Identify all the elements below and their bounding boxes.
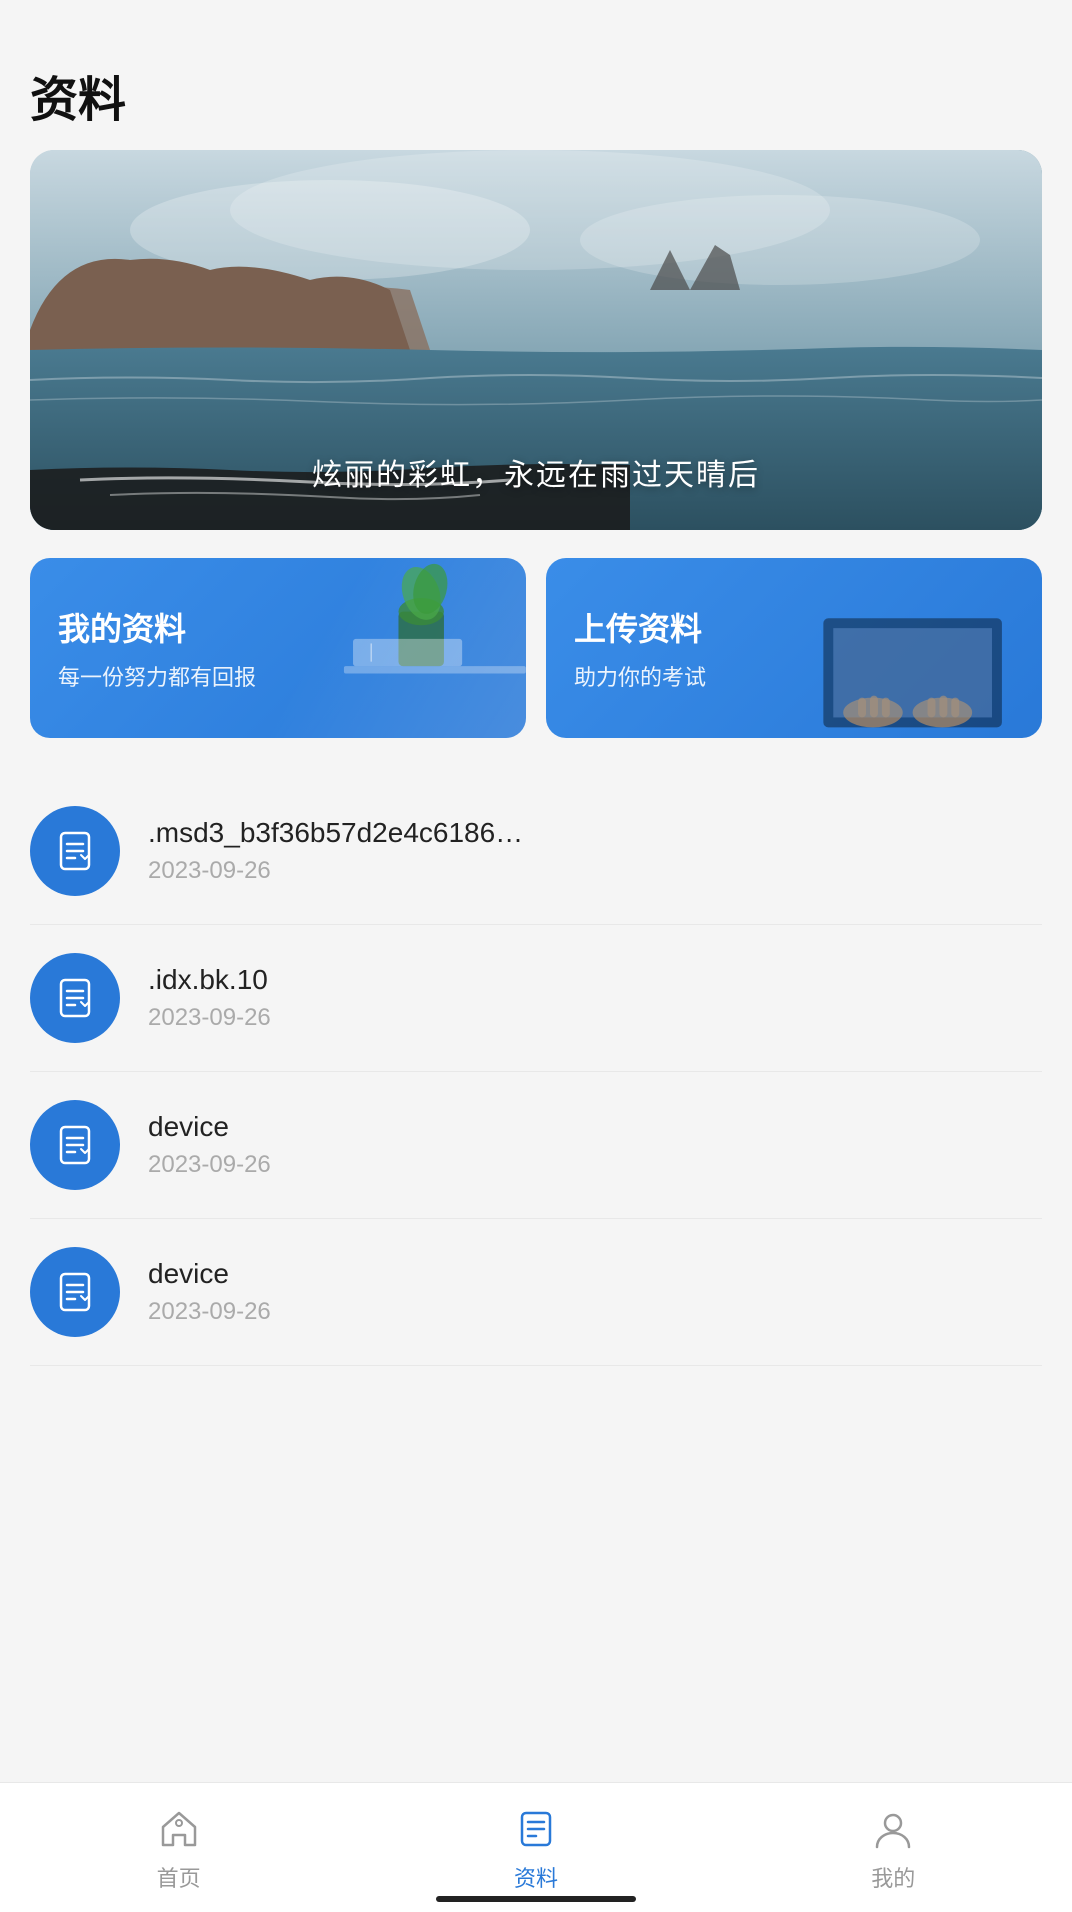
nav-item-home[interactable]: 首页 xyxy=(113,1803,245,1893)
nav-item-materials[interactable]: 资料 xyxy=(470,1803,602,1893)
file-info-3: device 2023-09-26 xyxy=(148,1258,1042,1326)
nav-label-materials: 资料 xyxy=(514,1861,558,1893)
materials-icon xyxy=(510,1803,562,1855)
card-row: 我的资料 每一份努力都有回报 xyxy=(30,558,1042,738)
file-item[interactable]: .idx.bk.10 2023-09-26 xyxy=(30,925,1042,1072)
upload-card-content: 上传资料 助力你的考试 xyxy=(574,604,706,692)
my-materials-card[interactable]: 我的资料 每一份努力都有回报 xyxy=(30,558,526,738)
file-item[interactable]: device 2023-09-26 xyxy=(30,1219,1042,1366)
card-title: 我的资料 xyxy=(58,604,256,650)
nav-label-profile: 我的 xyxy=(871,1861,915,1893)
home-indicator xyxy=(436,1896,636,1902)
bottom-nav: 首页 资料 我的 xyxy=(0,1782,1072,1912)
card-bg-decoration-right xyxy=(744,558,1042,738)
file-name-2: device xyxy=(148,1111,1042,1143)
page-title: 资料 xyxy=(30,60,1042,130)
file-date-0: 2023-09-26 xyxy=(148,857,1042,885)
header: 资料 xyxy=(0,0,1072,150)
card-bg-decoration xyxy=(253,558,526,738)
file-name-1: .idx.bk.10 xyxy=(148,964,1042,996)
file-name-0: .msd3_b3f36b57d2e4c6186… xyxy=(148,817,1042,849)
file-icon-0 xyxy=(30,806,120,896)
file-date-2: 2023-09-26 xyxy=(148,1151,1042,1179)
file-item[interactable]: device 2023-09-26 xyxy=(30,1072,1042,1219)
hero-banner[interactable]: 炫丽的彩虹，永远在雨过天晴后 xyxy=(30,150,1042,530)
card-content: 我的资料 每一份努力都有回报 xyxy=(58,604,256,692)
file-icon-2 xyxy=(30,1100,120,1190)
file-date-1: 2023-09-26 xyxy=(148,1004,1042,1032)
main-content: 炫丽的彩虹，永远在雨过天晴后 xyxy=(0,150,1072,1912)
file-info-1: .idx.bk.10 2023-09-26 xyxy=(148,964,1042,1032)
upload-materials-card[interactable]: 上传资料 助力你的考试 xyxy=(546,558,1042,738)
banner-text: 炫丽的彩虹，永远在雨过天晴后 xyxy=(30,450,1042,494)
profile-icon xyxy=(867,1803,919,1855)
upload-card-subtitle: 助力你的考试 xyxy=(574,660,706,692)
nav-item-profile[interactable]: 我的 xyxy=(827,1803,959,1893)
page: 资料 xyxy=(0,0,1072,1912)
file-item[interactable]: .msd3_b3f36b57d2e4c6186… 2023-09-26 xyxy=(30,778,1042,925)
file-name-3: device xyxy=(148,1258,1042,1290)
file-info-2: device 2023-09-26 xyxy=(148,1111,1042,1179)
card-subtitle: 每一份努力都有回报 xyxy=(58,660,256,692)
file-icon-1 xyxy=(30,953,120,1043)
home-icon xyxy=(153,1803,205,1855)
file-icon-3 xyxy=(30,1247,120,1337)
file-date-3: 2023-09-26 xyxy=(148,1298,1042,1326)
file-list: .msd3_b3f36b57d2e4c6186… 2023-09-26 .idx… xyxy=(30,778,1042,1366)
nav-label-home: 首页 xyxy=(157,1861,201,1893)
file-info-0: .msd3_b3f36b57d2e4c6186… 2023-09-26 xyxy=(148,817,1042,885)
upload-card-title: 上传资料 xyxy=(574,604,706,650)
